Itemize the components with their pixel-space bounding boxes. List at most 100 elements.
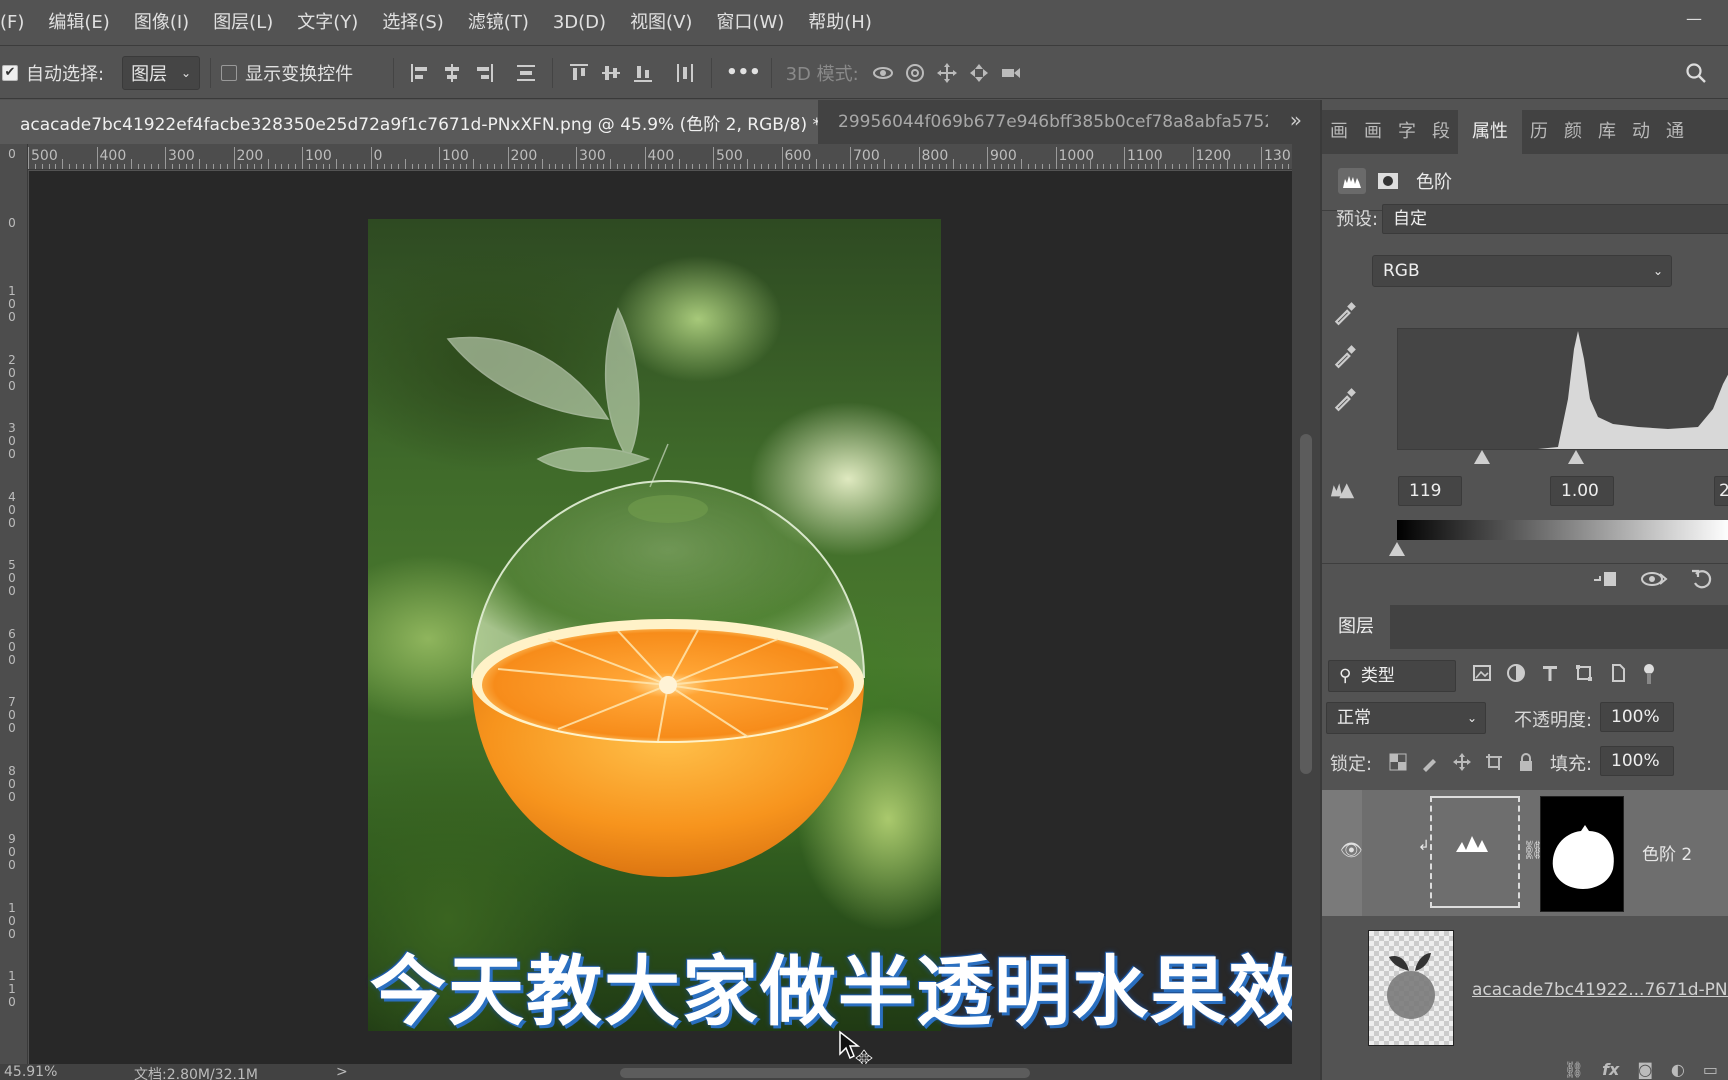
smart-object-filter-icon[interactable] [1608,663,1628,690]
lock-transparent-pixels-icon[interactable] [1388,752,1408,777]
menu-window[interactable]: 窗口(W) [704,0,796,46]
pan-3d-icon[interactable] [931,57,963,89]
input-gamma-field[interactable]: 1.00 [1550,476,1614,506]
align-left-icon[interactable] [404,57,436,89]
ruler-tick [69,164,71,169]
menu-file[interactable]: (F) [0,0,36,46]
roll-3d-icon[interactable] [899,57,931,89]
tab-character[interactable]: 字 [1390,110,1424,154]
lock-image-pixels-icon[interactable] [1420,752,1440,777]
eye-icon[interactable]: 👁 [1340,840,1363,861]
blend-mode-dropdown[interactable]: 正常 ⌄ [1326,702,1486,734]
preset-dropdown[interactable]: 自定 [1382,204,1728,234]
menu-select[interactable]: 选择(S) [370,0,455,46]
mask-icon[interactable] [1374,168,1402,194]
vertical-scrollbar[interactable] [1292,144,1320,1064]
align-hcenter-icon[interactable] [436,57,468,89]
menu-filter[interactable]: 滤镜(T) [456,0,541,46]
tab-overflow-icon[interactable]: » [1290,108,1302,132]
layer-row-levels[interactable]: 👁 ↲ ⛓ 色阶 2 [1322,790,1728,916]
document-canvas-image[interactable] [368,219,941,1031]
orbit-3d-icon[interactable] [867,57,899,89]
gray-point-eyedropper-icon[interactable] [1332,343,1358,374]
tab-paragraph[interactable]: 段 [1424,110,1458,154]
tab-brush-settings[interactable]: 画 [1356,110,1390,154]
minimize-button[interactable]: — [1676,8,1712,30]
menu-view[interactable]: 视图(V) [618,0,704,46]
status-arrow[interactable]: > [336,1064,348,1080]
auto-select-target-dropdown[interactable]: 图层 ⌄ [122,55,201,90]
ruler-tick [315,164,317,169]
output-black-slider-handle[interactable] [1389,542,1405,556]
pixel-layer-filter-icon[interactable] [1472,663,1492,690]
tab-libraries[interactable]: 库 [1590,110,1624,154]
align-vcenter-icon[interactable] [595,57,627,89]
new-adjustment-layer-icon[interactable]: ◐ [1671,1060,1685,1079]
levels-adjustment-thumbnail[interactable] [1430,796,1520,908]
image-layer-thumbnail[interactable] [1368,930,1454,1046]
layer-name[interactable]: 色阶 2 [1642,840,1692,865]
lock-artboard-icon[interactable] [1484,752,1504,777]
add-mask-icon[interactable]: ◙ [1637,1060,1653,1079]
show-transform-checkbox[interactable] [221,64,238,81]
gamma-slider-handle[interactable] [1474,450,1490,464]
tab-active-document[interactable]: acacade7bc41922ef4facbe328350e25d72a9f1c… [0,100,818,144]
link-layers-icon[interactable]: ⛓ [1564,1060,1584,1079]
align-right-icon[interactable] [468,57,500,89]
align-top-icon[interactable] [563,57,595,89]
channel-dropdown[interactable]: RGB ⌄ [1372,255,1672,287]
input-white-field[interactable]: 2 [1714,476,1728,506]
white-input-slider-handle[interactable] [1568,450,1584,464]
levels-adjustment-icon[interactable] [1338,168,1366,194]
tab-history[interactable]: 历 [1522,110,1556,154]
menu-help[interactable]: 帮助(H) [796,0,884,46]
clipping-warning-icon[interactable] [1330,476,1356,507]
slide-3d-icon[interactable] [963,57,995,89]
lock-all-icon[interactable] [1516,752,1536,777]
distribute-horizontal-icon[interactable] [669,57,701,89]
view-previous-state-icon[interactable] [1640,568,1668,595]
new-group-icon[interactable]: ▭ [1703,1060,1718,1079]
search-icon[interactable] [1680,57,1712,89]
menu-layer[interactable]: 图层(L) [201,0,285,46]
horizontal-scrollbar-thumb[interactable] [620,1068,1030,1078]
menu-3d[interactable]: 3D(D) [541,0,618,46]
lock-position-icon[interactable] [1452,752,1472,777]
filter-toggle-icon[interactable] [1642,663,1656,690]
tab-actions[interactable]: 动 [1624,110,1658,154]
more-options-button[interactable]: ••• [726,62,761,83]
distribute-vertical-icon[interactable] [510,57,542,89]
menu-edit[interactable]: 编辑(E) [36,0,121,46]
tab-inactive-document[interactable]: 29956044f069b677e946bff385b0cef78a8abfa5… [818,100,1268,144]
adjustment-layer-filter-icon[interactable] [1506,663,1526,690]
layer-mask-thumbnail[interactable] [1540,796,1624,912]
menu-image[interactable]: 图像(I) [122,0,201,46]
shape-layer-filter-icon[interactable] [1574,663,1594,690]
ruler-tick [233,147,235,169]
tab-layers[interactable]: 图层 [1322,605,1390,649]
layer-row-image[interactable]: acacade7bc41922...7671d-PNxXFN [1322,924,1728,1054]
ruler-left-label: 9 0 0 [8,832,16,872]
tab-channels[interactable]: 通 [1658,110,1692,154]
type-layer-filter-icon[interactable] [1540,663,1560,690]
white-point-eyedropper-icon[interactable] [1332,386,1358,417]
reset-icon[interactable] [1690,568,1714,595]
opacity-field[interactable]: 100% [1600,702,1674,732]
layer-filter-dropdown[interactable]: ⚲ 类型 [1328,660,1456,692]
zoom-level[interactable]: 45.91% [4,1064,57,1080]
layer-style-fx-icon[interactable]: fx [1602,1060,1619,1079]
menu-type[interactable]: 文字(Y) [285,0,370,46]
auto-select-checkbox[interactable]: ✔ [2,64,18,81]
layer-name[interactable]: acacade7bc41922...7671d-PNxXFN [1472,980,1728,1000]
tab-brush[interactable]: 画 [1322,110,1356,154]
align-bottom-icon[interactable] [627,57,659,89]
scrollbar-thumb[interactable] [1300,434,1312,774]
ruler-tick [130,159,132,169]
input-black-field[interactable]: 119 [1398,476,1462,506]
scale-3d-icon[interactable] [995,57,1027,89]
tab-properties[interactable]: 属性 [1458,110,1522,154]
fill-field[interactable]: 100% [1600,746,1674,776]
tab-color[interactable]: 颜 [1556,110,1590,154]
black-point-eyedropper-icon[interactable] [1332,300,1358,331]
clip-to-layer-icon[interactable] [1592,568,1618,595]
